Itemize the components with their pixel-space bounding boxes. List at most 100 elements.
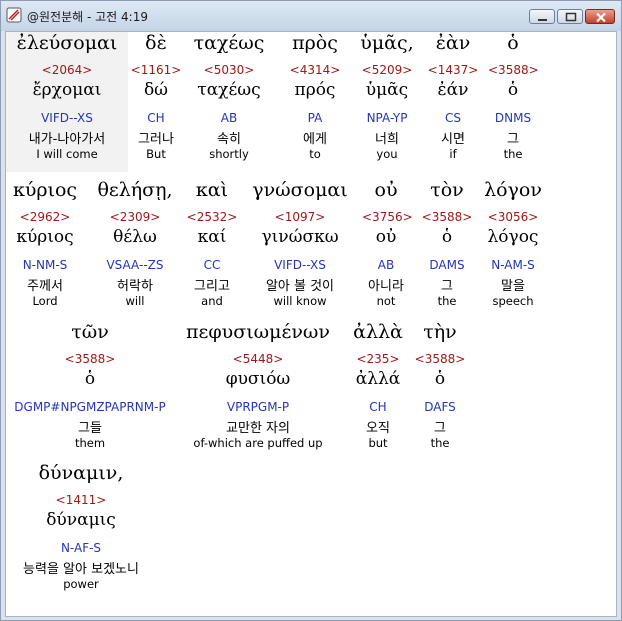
minimize-button[interactable]	[529, 9, 555, 24]
lemma: δώ	[143, 80, 169, 100]
word-cell[interactable]: ἐλεύσομαι <2064> ἔρχομαι VIFD--XS 내가-나아가…	[6, 32, 128, 172]
strong-number: <1161>	[130, 63, 182, 77]
greek-word: πρὸς	[292, 32, 338, 54]
strong-number: <3588>	[488, 63, 539, 77]
lemma: οὐ	[375, 227, 397, 247]
strong-number: <1097>	[274, 210, 326, 224]
word-cell[interactable]: δὲ <1161> δώ CH 그러나 But	[128, 32, 184, 172]
strong-number: <2962>	[19, 210, 71, 224]
parse-code: NPA-YP	[366, 111, 408, 125]
word-cell[interactable]: ταχέως <5030> ταχέως AB 속히 shortly	[184, 32, 274, 172]
close-icon	[596, 12, 606, 23]
app-logo-icon	[6, 7, 22, 23]
greek-word: τῶν	[71, 321, 109, 343]
word-cell[interactable]: ὑμᾶς, <5209> ὑμᾶς NPA-YP 너희 you	[356, 32, 418, 172]
strong-number: <2532>	[186, 210, 238, 224]
word-cell[interactable]: ἐὰν <1437> ἐάν CS 시면 if	[418, 32, 488, 172]
strong-number: <3588>	[414, 352, 466, 366]
english-gloss: the	[437, 294, 457, 308]
korean-gloss: 그	[434, 421, 446, 436]
strong-number: <5209>	[361, 63, 413, 77]
korean-gloss: 주께서	[27, 279, 63, 294]
parse-code: CC	[203, 258, 221, 272]
english-gloss: of-which are puffed up	[193, 436, 323, 450]
lemma: θέλω	[113, 227, 157, 247]
strong-number: <3756>	[362, 210, 413, 224]
english-gloss: speech	[492, 294, 534, 308]
korean-gloss: 오직	[366, 421, 390, 436]
parse-code: DGMP#NPGMZPAPRNM-P	[14, 400, 166, 414]
lemma: ἐάν	[437, 80, 469, 100]
greek-word: ὁ	[507, 32, 519, 54]
strong-number: <3056>	[487, 210, 539, 224]
word-cell[interactable]: κύριος <2962> κύριος N-NM-S 주께서 Lord	[6, 179, 84, 314]
greek-word: ὑμᾶς,	[360, 32, 414, 54]
greek-word: οὐ	[374, 179, 398, 201]
english-gloss: will know	[273, 294, 327, 308]
greek-word: ταχέως	[193, 32, 265, 54]
parse-code: N-NM-S	[22, 258, 68, 272]
greek-word: ἐὰν	[435, 32, 471, 54]
strong-number: <5030>	[203, 63, 255, 77]
english-gloss: shortly	[209, 147, 249, 161]
word-cell[interactable]: ὁ <3588> ὁ DNMS 그 the	[488, 32, 539, 172]
word-cell[interactable]: ἀλλὰ <235> ἀλλά CH 오직 but	[342, 321, 414, 456]
word-cell[interactable]: τὸν <3588> ὁ DAMS 그 the	[410, 179, 484, 314]
parse-code: VIFD--XS	[274, 258, 326, 272]
greek-word: τὸν	[430, 179, 464, 201]
korean-gloss: 말을	[501, 279, 525, 294]
maximize-button[interactable]	[557, 9, 583, 24]
english-gloss: to	[309, 147, 321, 161]
lemma: ταχέως	[197, 80, 261, 100]
korean-gloss: 아니라	[368, 279, 404, 294]
parse-code: N-AM-S	[491, 258, 535, 272]
english-gloss: if	[449, 147, 457, 161]
greek-word: λόγον	[484, 179, 542, 201]
word-cell[interactable]: καὶ <2532> καί CC 그리고 and	[186, 179, 238, 314]
word-cell[interactable]: θελήσῃ, <2309> θέλω VSAA--ZS 허락하 will	[84, 179, 186, 314]
lemma: καί	[197, 227, 227, 247]
title-bar[interactable]: @원전분해 - 고전 4:19	[1, 1, 621, 31]
lemma: δύναμις	[46, 510, 116, 530]
lemma: ὁ	[441, 227, 453, 247]
word-cell[interactable]: λόγον <3056> λόγος N-AM-S 말을 speech	[484, 179, 542, 314]
greek-word: τὴν	[423, 321, 457, 343]
greek-word: θελήσῃ,	[97, 179, 173, 201]
lemma: κύριος	[16, 227, 74, 247]
english-gloss: but	[368, 436, 388, 450]
lemma: φυσιόω	[225, 369, 291, 389]
korean-gloss: 에게	[303, 132, 327, 147]
parse-code: AB	[220, 111, 238, 125]
lemma: ὑμᾶς	[365, 80, 409, 100]
lemma: ὁ	[84, 369, 96, 389]
english-gloss: But	[146, 147, 166, 161]
greek-word: δὲ	[145, 32, 167, 54]
lemma: πρός	[294, 80, 336, 100]
english-gloss: Lord	[32, 294, 58, 308]
greek-word: καὶ	[195, 179, 229, 201]
word-cell[interactable]: τῶν <3588> ὁ DGMP#NPGMZPAPRNM-P 그들 them	[6, 321, 174, 456]
word-cell[interactable]: τὴν <3588> ὁ DAFS 그 the	[414, 321, 466, 456]
word-cell[interactable]: οὐ <3756> οὐ AB 아니라 not	[362, 179, 413, 314]
korean-gloss: 그리고	[194, 279, 230, 294]
parse-code: DNMS	[494, 111, 532, 125]
interlinear-view[interactable]: ἐλεύσομαι <2064> ἔρχομαι VIFD--XS 내가-나아가…	[5, 31, 617, 617]
word-cell[interactable]: πρὸς <4314> πρός PA 에게 to	[274, 32, 356, 172]
window-title: @원전분해 - 고전 4:19	[27, 10, 148, 24]
strong-number: <3588>	[421, 210, 473, 224]
english-gloss: the	[430, 436, 450, 450]
word-cell[interactable]: δύναμιν, <1411> δύναμις N-AF-S 능력을 알아 보겠…	[6, 462, 156, 597]
close-button[interactable]	[585, 9, 615, 24]
greek-word: δύναμιν,	[38, 462, 124, 484]
strong-number: <4314>	[289, 63, 341, 77]
korean-gloss: 허락하	[117, 279, 153, 294]
strong-number: <1437>	[427, 63, 479, 77]
word-cell[interactable]: πεφυσιωμένων <5448> φυσιόω VPRPGM-P 교만한 …	[182, 321, 334, 456]
word-cell[interactable]: γνώσομαι <1097> γινώσκω VIFD--XS 알아 볼 것이…	[238, 179, 362, 314]
korean-gloss: 그	[441, 279, 453, 294]
parse-code: DAMS	[429, 258, 465, 272]
english-gloss: them	[74, 436, 106, 450]
parse-code: CS	[445, 111, 461, 125]
minimize-icon	[538, 19, 547, 21]
english-gloss: will	[125, 294, 145, 308]
